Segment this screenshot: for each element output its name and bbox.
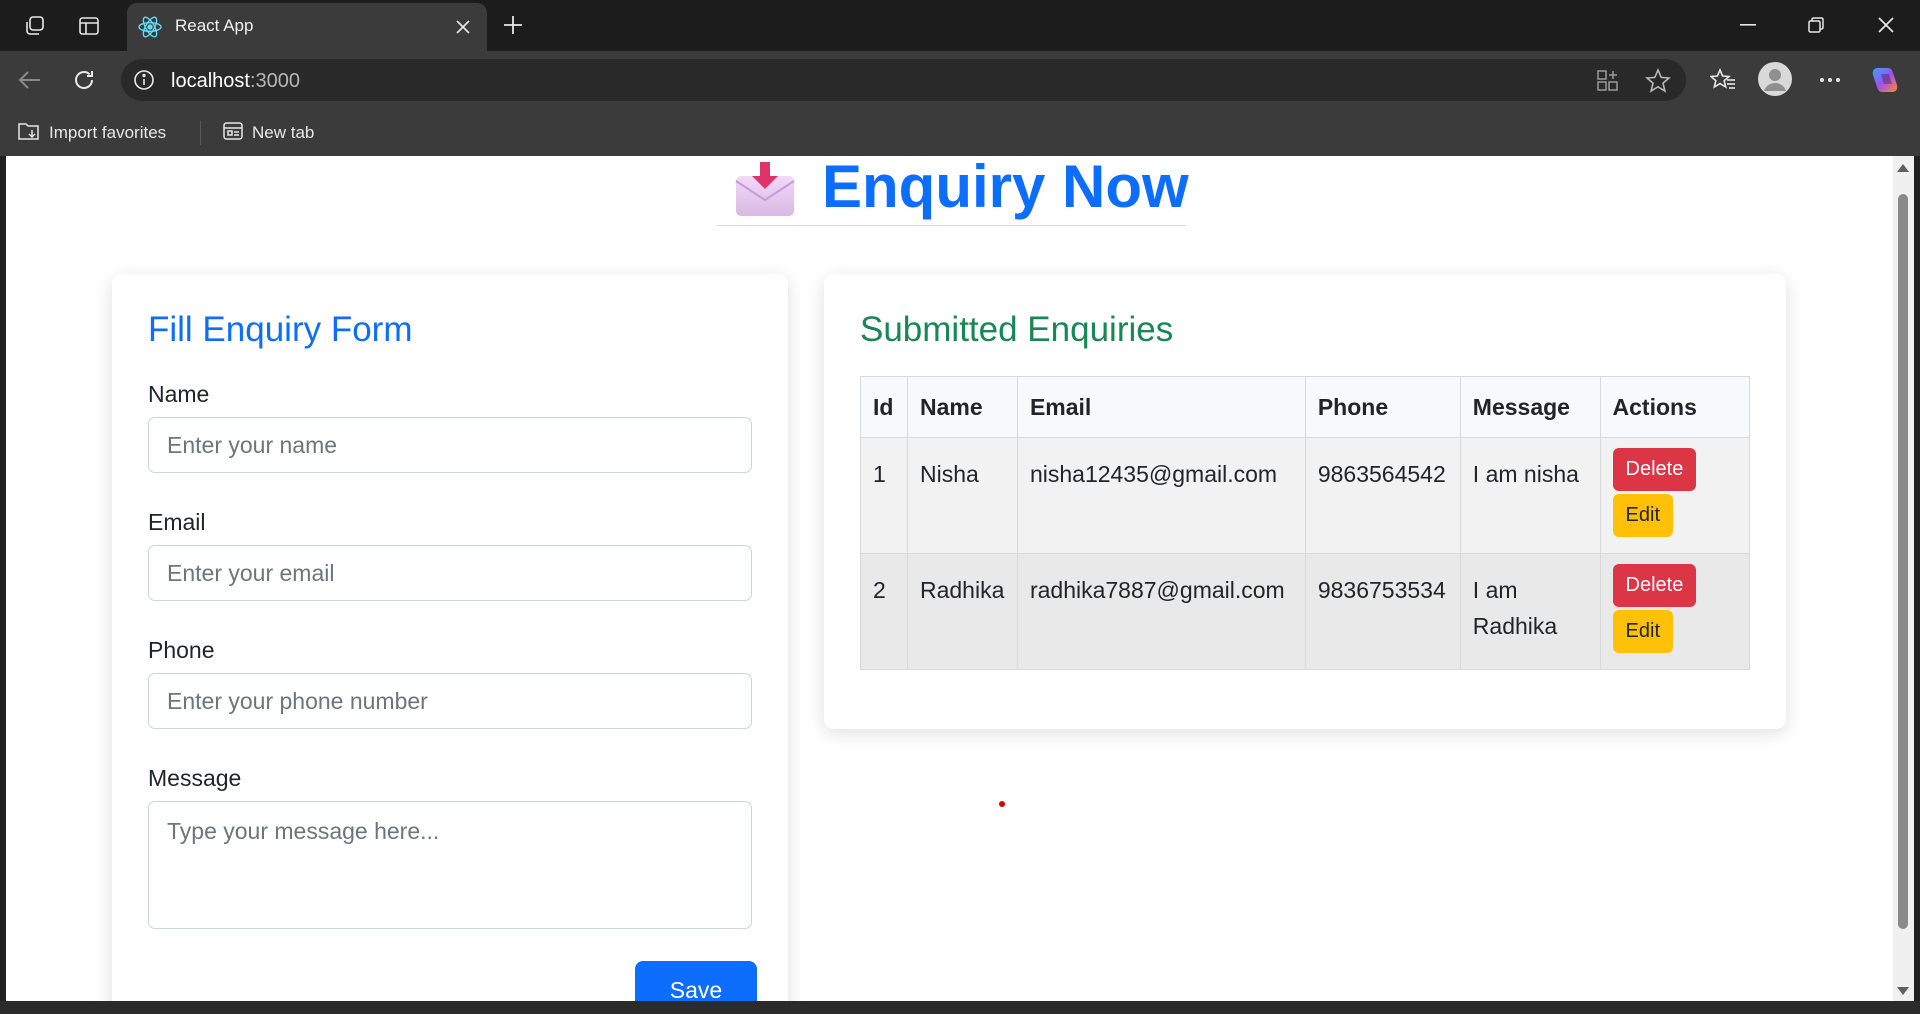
enquiry-form-card: Fill Enquiry Form Name Email Phone Messa… (112, 274, 788, 1001)
enquiries-title: Submitted Enquiries (860, 310, 1174, 349)
column-header-email: Email (1016, 376, 1306, 438)
page-header: Enquiry Now (716, 156, 1189, 226)
scroll-down-arrow-icon[interactable] (1897, 987, 1909, 995)
favorites-separator (200, 121, 201, 145)
workspaces-icon[interactable] (20, 12, 50, 40)
envelope-with-arrow-icon (734, 162, 796, 218)
message-textarea[interactable] (148, 801, 752, 929)
delete-button[interactable]: Delete (1612, 448, 1697, 491)
copilot-icon[interactable] (1867, 62, 1903, 98)
name-input[interactable] (148, 417, 752, 473)
cell-phone: 9836753534 (1304, 553, 1461, 670)
red-dot-marker (999, 801, 1005, 807)
favorite-star-icon[interactable] (1645, 67, 1671, 99)
close-window-icon[interactable] (1858, 8, 1914, 42)
column-header-id: Id (860, 376, 908, 438)
scroll-thumb[interactable] (1898, 194, 1908, 929)
tab-react-app[interactable]: React App (127, 3, 487, 51)
favorite-import-favorites[interactable]: Import favorites (17, 120, 166, 146)
profile-avatar-icon[interactable] (1757, 61, 1793, 97)
column-header-phone: Phone (1304, 376, 1461, 438)
cell-actions: Delete Edit (1599, 437, 1751, 554)
message-label: Message (148, 765, 242, 791)
refresh-icon[interactable] (68, 64, 100, 96)
name-label: Name (148, 381, 210, 407)
app-available-icon[interactable] (1596, 69, 1620, 98)
cell-name: Nisha (906, 437, 1018, 554)
page-viewport: Enquiry Now Fill Enquiry Form Name Email… (6, 156, 1893, 1001)
column-header-name: Name (906, 376, 1018, 438)
favorite-new-tab[interactable]: New tab (222, 120, 314, 146)
phone-label: Phone (148, 637, 215, 663)
react-logo-icon (137, 14, 163, 45)
cell-message: I am nisha (1459, 437, 1601, 554)
favorite-label: Import favorites (49, 123, 167, 142)
back-arrow-icon[interactable] (14, 65, 46, 95)
cell-email: nisha12435@gmail.com (1016, 437, 1306, 554)
tab-title: React App (175, 16, 254, 35)
site-info-icon[interactable] (133, 69, 155, 96)
table-header-row: Id Name Email Phone Message Actions (860, 376, 1751, 438)
table-row: 1 Nisha nisha12435@gmail.com 9863564542 … (860, 437, 1751, 554)
column-header-message: Message (1459, 376, 1601, 438)
email-input[interactable] (148, 545, 752, 601)
cell-message: I am Radhika (1459, 553, 1601, 670)
cell-actions: Delete Edit (1599, 553, 1751, 670)
url-text[interactable]: localhost:3000 (171, 70, 300, 93)
window-bottom-edge (0, 1001, 1920, 1014)
cell-name: Radhika (906, 553, 1018, 670)
page-title: Enquiry Now (822, 156, 1189, 220)
edit-button[interactable]: Edit (1612, 610, 1673, 653)
restore-icon[interactable] (1788, 8, 1844, 42)
address-toolbar: localhost:3000 (0, 51, 1920, 109)
email-label: Email (148, 509, 206, 535)
form-title: Fill Enquiry Form (148, 310, 413, 349)
delete-button[interactable]: Delete (1612, 564, 1697, 607)
address-bar[interactable]: localhost:3000 (121, 59, 1686, 101)
import-favorites-icon (17, 120, 41, 147)
phone-input[interactable] (148, 673, 752, 729)
favorite-label: New tab (252, 123, 315, 142)
more-menu-icon[interactable] (1813, 64, 1847, 96)
enquiries-table: Id Name Email Phone Message Actions 1 Ni… (860, 376, 1751, 670)
save-button[interactable]: Save (635, 961, 757, 1001)
edit-button[interactable]: Edit (1612, 494, 1673, 537)
scroll-up-arrow-icon[interactable] (1897, 164, 1909, 172)
minimize-icon[interactable] (1720, 8, 1776, 42)
cell-email: radhika7887@gmail.com (1016, 553, 1306, 670)
tab-actions-icon[interactable] (74, 12, 104, 40)
url-port: :3000 (249, 70, 300, 92)
new-tab-page-icon (222, 120, 244, 147)
table-row: 2 Radhika radhika7887@gmail.com 98367535… (860, 553, 1751, 670)
tab-strip: React App (0, 0, 1920, 51)
new-tab-plus-icon[interactable] (498, 10, 528, 40)
close-tab-icon[interactable] (451, 15, 475, 39)
submitted-enquiries-card: Submitted Enquiries Id Name Email Phone … (824, 274, 1786, 729)
favorites-bar: Import favorites New tab (0, 109, 1920, 156)
cell-phone: 9863564542 (1304, 437, 1461, 554)
page-scrollbar[interactable] (1893, 156, 1914, 1001)
cell-id: 1 (860, 437, 908, 554)
url-host: localhost (171, 70, 250, 92)
cell-id: 2 (860, 553, 908, 670)
favorites-list-icon[interactable] (1706, 64, 1740, 96)
column-header-actions: Actions (1599, 376, 1751, 438)
